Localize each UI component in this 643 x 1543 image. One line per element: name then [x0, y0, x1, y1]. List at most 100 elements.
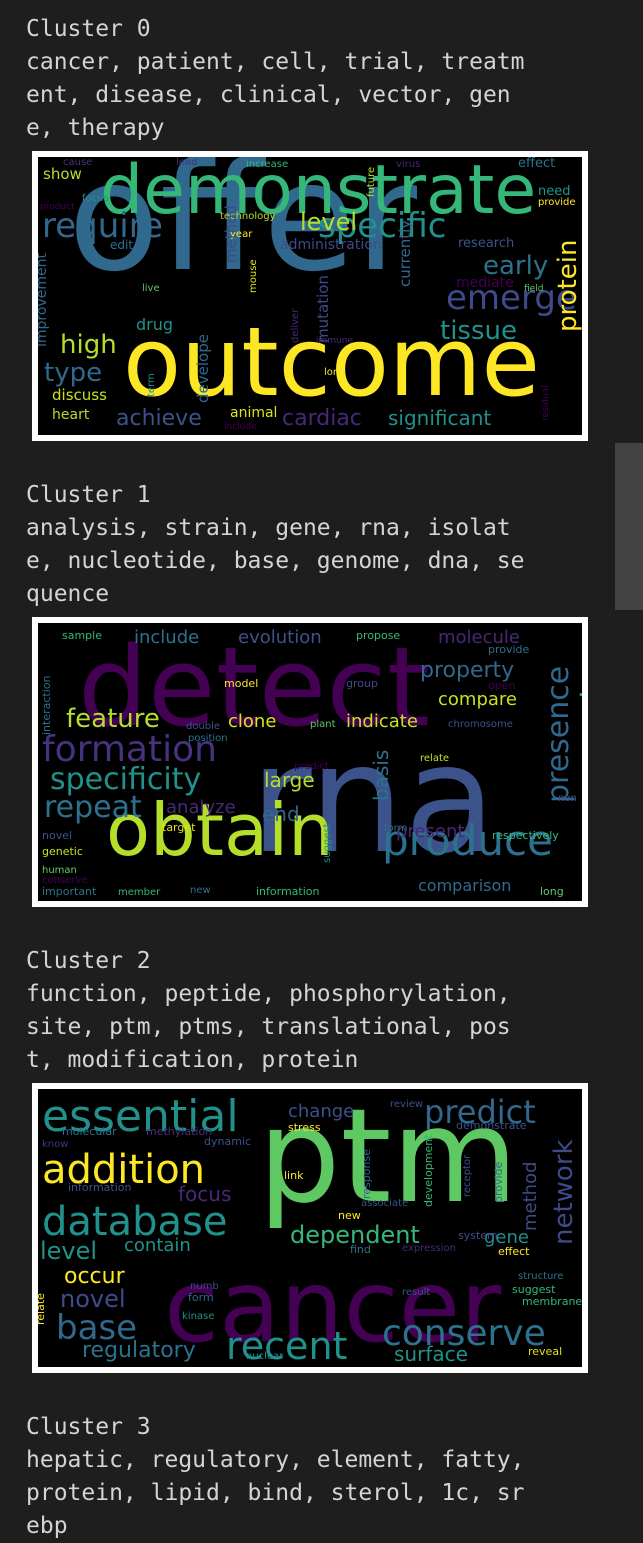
wordcloud-0: offer outcome demonstrate require specific le…	[32, 151, 588, 441]
wordcloud-word: respectively	[492, 829, 559, 842]
wordcloud-word: cardiac	[282, 406, 362, 431]
wordcloud-word: relate	[420, 753, 449, 764]
wordcloud-word: product	[40, 202, 75, 212]
wordcloud-word: improvement	[38, 253, 50, 347]
wordcloud-word: long	[324, 367, 346, 378]
wordcloud-word: contain	[124, 1235, 191, 1256]
cluster-heading: Cluster 0	[26, 16, 151, 42]
wordcloud-word: genetic	[42, 845, 83, 858]
wordcloud-word: form	[188, 1291, 214, 1304]
wordcloud-word: long	[540, 885, 564, 898]
cluster-terms-line: analysis, strain, gene, rna, isolat	[26, 515, 511, 541]
wordcloud-word: know	[42, 1139, 68, 1150]
wordcloud-word: provide	[538, 197, 576, 208]
wordcloud-word: plant	[310, 719, 336, 730]
wordcloud-word: information	[68, 1181, 132, 1194]
wordcloud-word: stress	[288, 1121, 321, 1134]
cluster-heading: Cluster 2	[26, 948, 151, 974]
wordcloud-1-svg: detectrnaobtain produceformationspecifici…	[40, 623, 582, 898]
wordcloud-word: deliver	[290, 308, 301, 343]
wordcloud-word: method	[520, 1161, 541, 1231]
wordcloud-word: mutation	[314, 275, 332, 343]
wordcloud-word: model	[224, 677, 258, 690]
wordcloud-2: ptm cancer essential addition database recent…	[32, 1083, 588, 1373]
cluster-terms-line: cancer, patient, cell, trial, treatm	[26, 49, 525, 75]
wordcloud-word: edit	[110, 238, 133, 252]
cluster-terms-line: hepatic, regulatory, element, fatty,	[26, 1447, 525, 1473]
wordcloud-word: find	[350, 1243, 371, 1256]
wordcloud-word: receptor	[462, 1154, 473, 1197]
wordcloud-word: information	[256, 885, 320, 898]
wordcloud-word: molecular	[62, 1125, 117, 1138]
wordcloud-word: clone	[228, 711, 276, 732]
wordcloud-word: method	[222, 205, 240, 263]
wordcloud-word: field	[524, 284, 543, 294]
wordcloud-word: chromosome	[448, 719, 513, 730]
wordcloud-word: link	[284, 1169, 304, 1182]
cluster-3-text: Cluster 3 hepatic, regulatory, element, …	[26, 1411, 525, 1543]
wordcloud-word: demonstrate	[456, 1119, 527, 1132]
wordcloud-word: indicate	[346, 711, 418, 732]
scrollbar-thumb[interactable]	[615, 443, 643, 610]
wordcloud-word: sample	[62, 629, 102, 642]
wordcloud-word: end	[262, 802, 300, 826]
cluster-heading: Cluster 1	[26, 482, 151, 508]
wordcloud-word: expression	[402, 1243, 456, 1254]
wordcloud-word: provide	[492, 1161, 505, 1203]
wordcloud-word: occur	[64, 1264, 126, 1289]
wordcloud-word: kinase	[182, 1311, 214, 1322]
cluster-1-text: Cluster 1 analysis, strain, gene, rna, i…	[26, 479, 525, 611]
wordcloud-word: term	[146, 373, 157, 397]
cluster-terms-line: e, therapy	[26, 115, 165, 141]
wordcloud-word: member	[118, 887, 161, 898]
wordcloud-word: comparison	[418, 876, 511, 895]
wordcloud-word: tissue	[440, 316, 517, 346]
wordcloud-word: mouse	[248, 259, 259, 293]
wordcloud-word: analyze	[166, 797, 236, 818]
wordcloud-word: level	[300, 208, 357, 236]
cluster-terms-line: t, modification, protein	[26, 1047, 359, 1073]
wordcloud-word: non	[558, 793, 577, 804]
wordcloud-word: structure	[518, 1271, 563, 1282]
cluster-terms-line: site, ptm, ptms, translational, pos	[26, 1014, 511, 1040]
wordcloud-word: result	[402, 1287, 430, 1298]
wordcloud-word: provide	[488, 643, 530, 656]
wordcloud-word: feature	[66, 704, 160, 734]
wordcloud-word: drug	[136, 315, 173, 334]
wordcloud-word: repeat	[44, 790, 142, 825]
wordcloud-word: compare	[438, 689, 517, 710]
cluster-0-text: Cluster 0 cancer, patient, cell, trial, …	[26, 13, 525, 145]
wordcloud-word: focus	[82, 193, 109, 204]
wordcloud-word: membrane	[522, 1295, 582, 1308]
wordcloud-word: effect	[498, 1245, 530, 1258]
wordcloud-word: develope	[194, 334, 212, 403]
wordcloud-word: genotype	[575, 640, 582, 763]
wordcloud-word: group	[346, 677, 378, 690]
cluster-terms-line: e, nucleotide, base, genome, dna, se	[26, 548, 525, 574]
wordcloud-word: associate	[361, 1198, 408, 1209]
wordcloud-word: focus	[178, 1182, 231, 1206]
wordcloud-word: basis	[369, 750, 393, 801]
cluster-2-text: Cluster 2 function, peptide, phosphoryla…	[26, 945, 511, 1077]
wordcloud-word: include	[134, 627, 199, 648]
wordcloud-word: administration	[280, 237, 382, 253]
cluster-terms-line: ent, disease, clinical, vector, gen	[26, 82, 511, 108]
wordcloud-word: virus	[396, 159, 420, 170]
wordcloud-word: propose	[356, 629, 400, 642]
cluster-heading: Cluster 3	[26, 1414, 151, 1440]
wordcloud-word: new	[338, 1209, 361, 1222]
wordcloud-word: nuclear	[246, 1351, 284, 1362]
wordcloud-word: research	[458, 236, 514, 251]
wordcloud-word: animal	[230, 405, 277, 421]
wordcloud-word: development	[422, 1134, 435, 1207]
wordcloud-word: discuss	[52, 386, 107, 404]
wordcloud-word: presence	[541, 666, 576, 803]
wordcloud-word: predict	[294, 761, 329, 772]
wordcloud-word: regulatory	[82, 1338, 196, 1363]
wordcloud-word: currently	[396, 220, 414, 287]
wordcloud-1: detect rna obtain produce formation specifici…	[32, 617, 588, 907]
wordcloud-word: system	[458, 1229, 498, 1242]
wordcloud-word: effect	[518, 157, 555, 171]
wordcloud-word: double	[186, 721, 220, 732]
cluster-terms-line: quence	[26, 581, 110, 607]
